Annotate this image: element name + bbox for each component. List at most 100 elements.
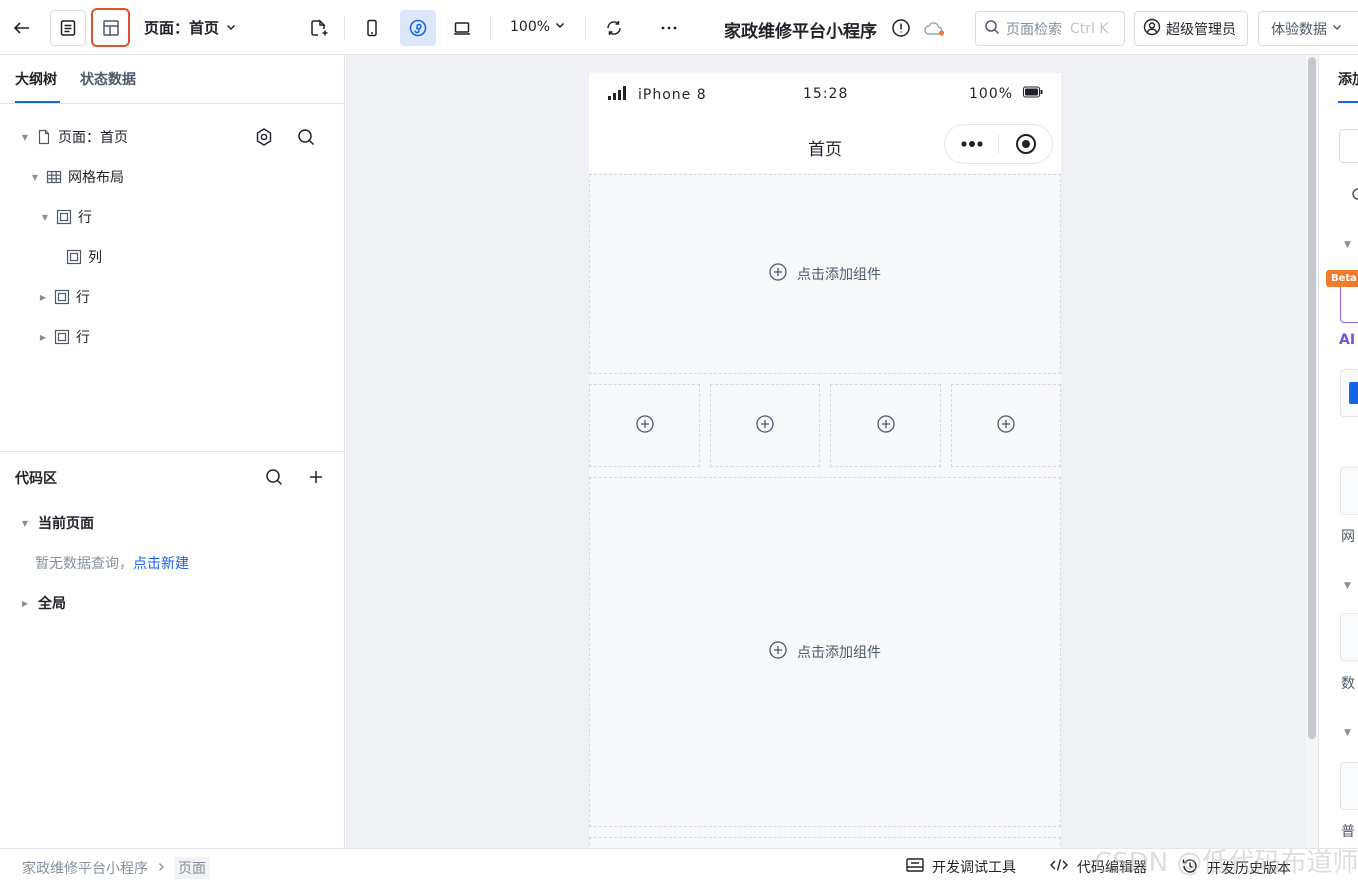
page-selector[interactable]: 页面：首页	[144, 17, 237, 38]
data-component-card[interactable]	[1340, 613, 1358, 661]
chevron-down-icon	[1331, 21, 1343, 37]
battery-icon	[1023, 86, 1043, 102]
column-dropzone[interactable]	[589, 384, 700, 467]
status-footer: 家政维修平台小程序 页面 开发调试工具 代码编辑器 开发历史版本	[0, 848, 1358, 883]
tree-node-label: 网格布局	[68, 170, 124, 186]
column-dropzone[interactable]	[710, 384, 820, 467]
tab-outline-tree[interactable]: 大纲树	[15, 69, 57, 89]
debug-tools-button[interactable]: 开发调试工具	[906, 857, 1016, 877]
left-panel: 大纲树 状态数据 ▼ 页面：首页 ▼ 网格布局 ▼ 行 列 ▶ 行 ▶ 行 代码…	[0, 55, 345, 848]
tree-node-grid[interactable]: ▼ 网格布局	[30, 167, 124, 187]
history-button[interactable]: 开发历史版本	[1181, 857, 1291, 879]
tab-add-component[interactable]: 添加	[1338, 69, 1358, 89]
debug-tools-label: 开发调试工具	[932, 860, 1016, 876]
chevron-down-icon	[554, 19, 566, 35]
code-editor-button[interactable]: 代码编辑器	[1049, 857, 1147, 877]
more-icon[interactable]	[651, 10, 687, 46]
tree-node-label: 页面：首页	[58, 130, 128, 146]
caret-right-icon: ▶	[21, 598, 29, 608]
separator	[585, 16, 586, 40]
tree-node-label: 行	[76, 330, 90, 346]
component-search-input[interactable]	[1339, 129, 1358, 163]
component-label: 普	[1341, 824, 1355, 840]
search-icon[interactable]	[264, 467, 284, 491]
chevron-down-icon	[225, 19, 237, 37]
caret-down-icon[interactable]: ▼	[1344, 728, 1351, 738]
close-target-icon[interactable]	[999, 124, 1052, 164]
basic-component-card[interactable]	[1340, 762, 1358, 810]
column-dropzone[interactable]	[830, 384, 941, 467]
debug-panel-icon	[906, 857, 924, 877]
caret-down-icon[interactable]: ▼	[1344, 581, 1351, 591]
active-tab-indicator	[15, 101, 60, 103]
tree-tools	[254, 127, 316, 151]
search-icon[interactable]	[1351, 187, 1358, 207]
user-icon	[1143, 18, 1161, 40]
panel-divider[interactable]	[0, 451, 345, 452]
add-icon[interactable]	[306, 467, 326, 491]
separator	[490, 16, 491, 40]
tree-node-row[interactable]: ▶ 行	[38, 287, 90, 307]
caret-down-icon[interactable]: ▼	[1344, 240, 1351, 250]
more-icon[interactable]	[945, 124, 998, 164]
add-component-dropzone[interactable]	[589, 837, 1061, 848]
user-name: 超级管理员	[1166, 21, 1236, 38]
caret-down-icon[interactable]: ▼	[20, 132, 30, 142]
signal-icon	[608, 86, 628, 104]
search-icon[interactable]	[296, 127, 316, 151]
plus-circle-icon	[997, 414, 1015, 437]
search-shortcut: Ctrl K	[1070, 20, 1109, 37]
tree-node-row[interactable]: ▼ 行	[40, 207, 92, 227]
tree-node-page[interactable]: ▼ 页面：首页	[20, 127, 128, 147]
container-icon	[54, 289, 70, 305]
miniprogram-view-button[interactable]	[400, 10, 436, 46]
column-dropzone[interactable]	[951, 384, 1061, 467]
current-page-section[interactable]: ▼ 当前页面	[20, 513, 94, 533]
component-card[interactable]	[1340, 369, 1358, 417]
caret-down-icon[interactable]: ▼	[30, 172, 40, 182]
tree-node-row[interactable]: ▶ 行	[38, 327, 90, 347]
pc-view-button[interactable]	[444, 10, 480, 46]
settings-icon[interactable]	[254, 127, 274, 151]
tree-node-label: 行	[78, 210, 92, 226]
search-placeholder: 页面检索	[1006, 21, 1062, 38]
status-time: 15:28	[803, 86, 849, 102]
add-page-button[interactable]	[300, 10, 336, 46]
component-label: 网	[1341, 529, 1355, 545]
tab-state-data[interactable]: 状态数据	[80, 69, 136, 89]
global-label: 全局	[38, 596, 66, 612]
ai-component-card[interactable]	[1340, 283, 1358, 323]
caret-down-icon[interactable]: ▼	[40, 212, 50, 222]
zoom-selector[interactable]: 100%	[510, 19, 566, 35]
add-component-dropzone[interactable]: 点击添加组件	[589, 174, 1061, 374]
history-icon	[1181, 857, 1199, 879]
back-arrow-icon[interactable]	[4, 10, 40, 46]
container-icon	[54, 329, 70, 345]
global-section[interactable]: ▶ 全局	[20, 593, 66, 613]
caret-right-icon[interactable]: ▶	[38, 292, 48, 302]
nav-bar: 首页	[589, 117, 1061, 173]
design-canvas: iPhone 8 15:28 100% 首页 点击添加组件 点击添加组件	[346, 55, 1306, 848]
breadcrumb: 家政维修平台小程序 页面	[22, 857, 210, 879]
scrollbar-thumb[interactable]	[1308, 57, 1316, 739]
cloud-sync-icon[interactable]	[923, 19, 947, 39]
caret-right-icon[interactable]: ▶	[38, 332, 48, 342]
create-query-link[interactable]: 点击新建	[133, 556, 189, 572]
info-icon[interactable]	[891, 18, 911, 38]
page-search-input[interactable]: 页面检索 Ctrl K	[975, 11, 1125, 46]
zoom-level: 100%	[510, 19, 551, 35]
mobile-view-button[interactable]	[354, 10, 390, 46]
refresh-button[interactable]	[596, 10, 632, 46]
user-menu-button[interactable]: 超级管理员	[1134, 11, 1248, 46]
add-component-dropzone[interactable]: 点击添加组件	[589, 477, 1061, 827]
layout-template-button[interactable]	[91, 8, 130, 47]
active-tab-indicator	[1338, 101, 1358, 103]
tree-node-column[interactable]: 列	[66, 247, 102, 267]
data-mode-selector[interactable]: 体验数据	[1258, 11, 1358, 46]
current-page-label: 当前页面	[38, 516, 94, 532]
page-list-button[interactable]	[50, 10, 86, 46]
breadcrumb-page[interactable]: 页面	[174, 857, 210, 879]
breadcrumb-app[interactable]: 家政维修平台小程序	[22, 858, 148, 878]
grid-component-card[interactable]	[1340, 467, 1358, 515]
canvas-scrollbar[interactable]	[1306, 55, 1318, 848]
